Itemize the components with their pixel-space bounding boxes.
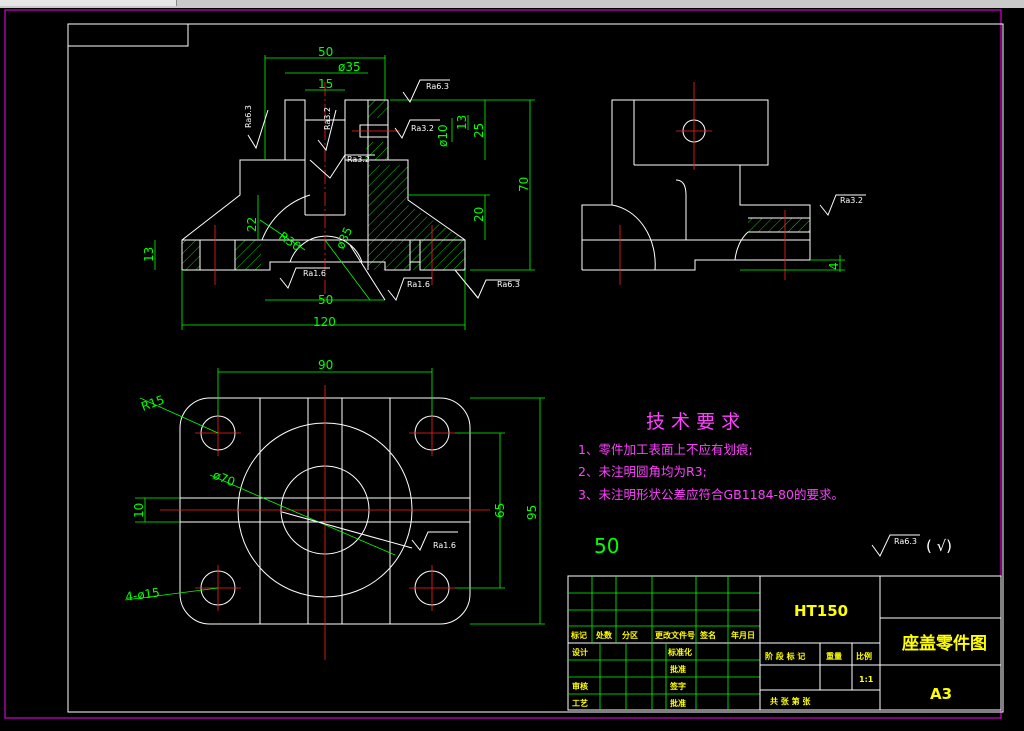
leader-d35 <box>324 239 371 301</box>
general-rough-label: Ra6.3 <box>894 537 917 546</box>
top-dim-r15: R15 <box>139 393 166 414</box>
front-view: 50 ø35 15 ø10 13 25 70 20 22 R30 ø35 13 … <box>142 45 535 330</box>
tb-code: A3 <box>930 685 952 703</box>
tb-row1-col3: 分区 <box>622 630 638 640</box>
general-rough-mark: ( √) <box>926 537 952 555</box>
tb-label-design: 设计 <box>572 647 588 657</box>
tb-material: HT150 <box>794 602 848 620</box>
side-rough-label: Ra3.2 <box>840 196 863 205</box>
side-rib <box>675 179 687 240</box>
hatch-left-foot <box>182 240 200 270</box>
top-dim-holes: 4-ø15 <box>124 585 160 604</box>
tb-label-process: 工艺 <box>572 698 588 708</box>
tb-label-standard: 标准化 <box>667 647 692 657</box>
dim-50-bottom: 50 <box>318 293 333 307</box>
top-rough-label: Ra1.6 <box>433 541 456 550</box>
tb-stage: 阶 段 标 记 <box>765 651 805 661</box>
dim-15: 15 <box>318 77 333 91</box>
outer-sheet-border <box>4 9 1002 719</box>
inner-frame <box>67 23 1004 713</box>
dim-25: 25 <box>472 123 486 138</box>
top-view: 90 R15 ø70 10 65 95 4-ø15 Ra1.6 <box>124 358 545 660</box>
tb-row1-col1: 标记 <box>570 630 587 640</box>
dim-120: 120 <box>313 315 336 329</box>
tb-label-approve1: 批准 <box>670 664 686 674</box>
tech-item-3: 3、未注明形状公差应符合GB1184-80的要求。 <box>578 487 844 502</box>
tb-label-review: 审核 <box>572 681 588 691</box>
dim-r30: R30 <box>276 229 303 254</box>
hatch-left-boss <box>235 240 261 270</box>
tech-title: 技 术 要 求 <box>646 411 740 433</box>
top-dim-d70: ø70 <box>211 468 237 489</box>
side-dim-4: 4 <box>827 262 841 270</box>
side-arc-right <box>734 231 749 261</box>
tb-label-approve2: 批准 <box>670 698 686 708</box>
tech-requirements: 技 术 要 求 1、零件加工表面上不应有划痕; 2、未注明圆角均为R3; 3、未… <box>578 411 844 502</box>
top-dim-95: 95 <box>525 505 539 520</box>
hatch-top-right <box>368 100 388 118</box>
rough-label-4: Ra3.2 <box>411 124 434 133</box>
rough-label-3: Ra3.2 <box>323 107 332 130</box>
dim-70: 70 <box>517 177 531 192</box>
top-dim-10: 10 <box>132 503 146 518</box>
title-block: 标记 处数 分区 更改文件号 签名 年月日 设计 审核 工艺 标准化 批准 签字… <box>567 575 1002 711</box>
rough-leader-8 <box>454 269 479 299</box>
hatch-right-body <box>368 165 465 270</box>
tb-weight: 重量 <box>826 651 842 661</box>
dim-13-top: 13 <box>455 115 469 130</box>
rough-label-5: Ra3.2 <box>347 155 370 164</box>
tb-row1-col5: 签名 <box>699 630 716 640</box>
dim-20: 20 <box>472 207 486 222</box>
rough-label-6: Ra1.6 <box>303 269 326 278</box>
tb-sheets: 共 张 第 张 <box>770 696 811 706</box>
rough-label-7: Ra1.6 <box>407 280 430 289</box>
scale-note: 50 <box>594 534 619 558</box>
tb-row1-col2: 处数 <box>595 630 613 640</box>
top-dim-65: 65 <box>493 503 507 518</box>
dim-d10: ø10 <box>436 124 450 147</box>
top-leader-ra <box>281 511 413 549</box>
dim-22: 22 <box>245 217 259 232</box>
tech-item-2: 2、未注明圆角均为R3; <box>578 464 707 479</box>
corner-box <box>67 23 189 47</box>
dim-35: ø35 <box>338 60 361 74</box>
dim-13-left: 13 <box>142 247 156 262</box>
tb-drawing-name: 座盖零件图 <box>902 633 987 654</box>
dim-50-top: 50 <box>318 45 333 59</box>
tb-row1-col6: 年月日 <box>731 630 755 640</box>
tb-ratio: 1:1 <box>859 675 874 684</box>
side-outline <box>581 99 811 271</box>
top-dim-90: 90 <box>318 358 333 372</box>
tb-ratio-label: 比例 <box>856 651 872 661</box>
cad-drawing: 50 ø35 15 ø10 13 25 70 20 22 R30 ø35 13 … <box>4 9 1004 719</box>
rough-label-1: Ra6.3 <box>426 82 449 91</box>
side-arc-left <box>611 204 656 271</box>
tech-item-1: 1、零件加工表面上不应有划痕; <box>578 442 753 457</box>
tb-label-sign: 签字 <box>669 681 686 691</box>
side-hatch <box>748 218 810 232</box>
side-view: Ra3.2 4 <box>581 82 866 285</box>
tb-row1-col4: 更改文件号 <box>655 630 695 640</box>
rough-label-8: Ra6.3 <box>497 280 520 289</box>
rough-label-2: Ra6.3 <box>244 105 253 128</box>
